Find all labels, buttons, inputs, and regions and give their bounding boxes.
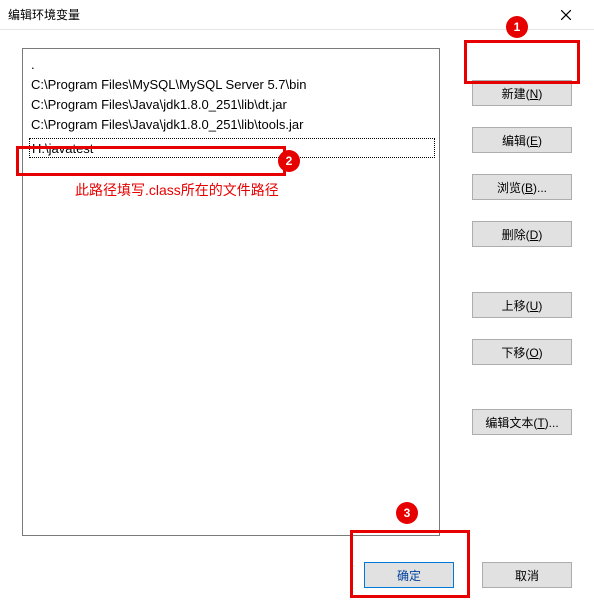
close-icon xyxy=(561,10,571,20)
delete-button[interactable]: 删除(D) xyxy=(472,221,572,247)
list-item[interactable]: C:\Program Files\Java\jdk1.8.0_251\lib\t… xyxy=(29,115,435,135)
cancel-button[interactable]: 取消 xyxy=(482,562,572,588)
browse-button[interactable]: 浏览(B)... xyxy=(472,174,572,200)
move-down-button[interactable]: 下移(O) xyxy=(472,339,572,365)
list-item[interactable]: C:\Program Files\MySQL\MySQL Server 5.7\… xyxy=(29,75,435,95)
edit-button[interactable]: 编辑(E) xyxy=(472,127,572,153)
list-item-editing[interactable] xyxy=(29,138,435,158)
list-item[interactable]: . xyxy=(29,55,435,75)
move-up-button[interactable]: 上移(U) xyxy=(472,292,572,318)
path-edit-input[interactable] xyxy=(30,139,434,157)
titlebar: 编辑环境变量 xyxy=(0,0,594,30)
ok-button[interactable]: 确定 xyxy=(364,562,454,588)
path-listbox[interactable]: . C:\Program Files\MySQL\MySQL Server 5.… xyxy=(22,48,440,536)
dialog-window: 编辑环境变量 . C:\Program Files\MySQL\MySQL Se… xyxy=(0,0,594,602)
new-button[interactable]: 新建(N) xyxy=(472,80,572,106)
dialog-content: . C:\Program Files\MySQL\MySQL Server 5.… xyxy=(0,30,594,602)
list-item[interactable]: C:\Program Files\Java\jdk1.8.0_251\lib\d… xyxy=(29,95,435,115)
close-button[interactable] xyxy=(546,1,586,29)
edit-text-button[interactable]: 编辑文本(T)... xyxy=(472,409,572,435)
window-title: 编辑环境变量 xyxy=(8,6,546,23)
